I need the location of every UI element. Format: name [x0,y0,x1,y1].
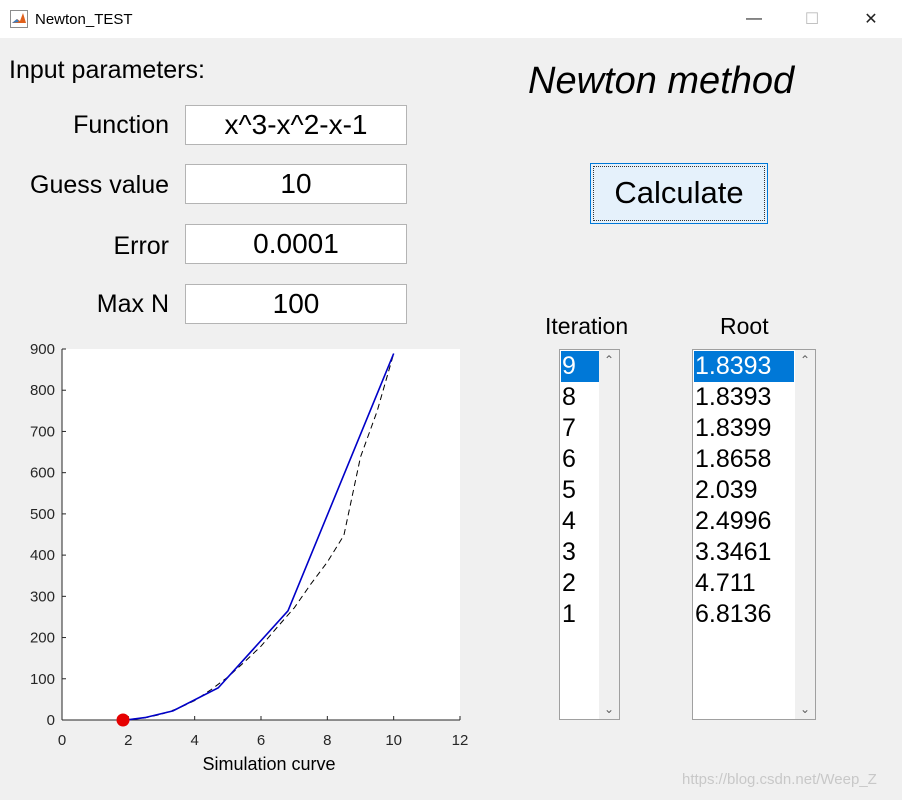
iterations-list-item[interactable]: 6 [561,444,599,475]
root-scrollbar[interactable]: ⌃ ⌄ [795,350,815,719]
plot-area [62,349,460,720]
y-tick-label: 0 [47,712,55,729]
y-tick-label: 100 [30,671,55,688]
matlab-icon [10,10,28,28]
roots-list-item[interactable]: 6.8136 [694,599,794,630]
y-tick-label: 700 [30,423,55,440]
x-tick-label: 12 [452,732,469,749]
iterations-list-item[interactable]: 5 [561,475,599,506]
y-tick-label: 600 [30,465,55,482]
minimize-button[interactable]: — [725,0,783,38]
function-label: Function [73,111,169,139]
iterations-list-item[interactable]: 9 [561,351,599,382]
roots-list-item[interactable]: 2.4996 [694,506,794,537]
roots-list-item[interactable]: 4.711 [694,568,794,599]
y-tick-label: 800 [30,382,55,399]
root-listbox[interactable]: ⌃ ⌄ 1.8393 1.8393 1.8399 1.8658 2.039 2.4996 3… [692,349,816,720]
window-title: Newton_TEST [35,11,133,28]
roots-list-item[interactable]: 1.8658 [694,444,794,475]
roots-list-item[interactable]: 1.8393 [694,382,794,413]
scroll-down-icon[interactable]: ⌄ [599,699,619,719]
input-parameters-header: Input parameters: [9,56,205,84]
calculate-button[interactable]: Calculate [590,163,768,224]
x-tick-label: 2 [124,732,132,749]
x-tick-label: 8 [323,732,331,749]
iteration-listbox[interactable]: ⌃ ⌄ 987654321 [559,349,620,720]
roots-list-item[interactable]: 1.8393 [694,351,794,382]
y-tick-label: 500 [30,506,55,523]
y-tick-label: 200 [30,630,55,647]
roots-list-item[interactable]: 1.8399 [694,413,794,444]
max-n-label: Max N [96,290,169,318]
roots-list-item[interactable]: 2.039 [694,475,794,506]
scroll-up-icon[interactable]: ⌃ [599,350,619,370]
x-tick-label: 6 [257,732,265,749]
x-tick-label: 10 [385,732,402,749]
max-n-input[interactable]: 100 [185,284,407,324]
iterations-list-item[interactable]: 1 [561,599,599,630]
error-label: Error [113,232,169,260]
x-axis-label: Simulation curve [202,754,335,774]
y-tick-label: 400 [30,547,55,564]
scroll-down-icon[interactable]: ⌄ [795,699,815,719]
iterations-list-item[interactable]: 8 [561,382,599,413]
guess-value-label: Guess value [30,171,169,199]
function-input[interactable]: x^3-x^2-x-1 [185,105,407,145]
maximize-button[interactable]: ☐ [783,0,841,38]
iterations-list-item[interactable]: 4 [561,506,599,537]
watermark: https://blog.csdn.net/Weep_Z [682,771,877,788]
y-tick-label: 300 [30,588,55,605]
root-header: Root [720,313,769,339]
y-tick-label: 900 [30,341,55,358]
method-heading: Newton method [528,60,795,102]
guess-value-input[interactable]: 10 [185,164,407,204]
error-input[interactable]: 0.0001 [185,224,407,264]
close-button[interactable]: ✕ [842,0,900,38]
scroll-up-icon[interactable]: ⌃ [795,350,815,370]
root-marker [116,713,130,727]
roots-list-item[interactable]: 3.3461 [694,537,794,568]
x-tick-label: 0 [58,732,66,749]
simulation-chart: 0 2 4 6 8 10 12 0 100 200 300 400 500 600 700 800 900 Si… [30,341,469,774]
x-tick-label: 4 [190,732,198,749]
iteration-header: Iteration [545,313,629,339]
iterations-list-item[interactable]: 7 [561,413,599,444]
iteration-scrollbar[interactable]: ⌃ ⌄ [599,350,619,719]
iterations-list-item[interactable]: 3 [561,537,599,568]
title-bar: Newton_TEST — ☐ ✕ [0,0,902,38]
iterations-list-item[interactable]: 2 [561,568,599,599]
